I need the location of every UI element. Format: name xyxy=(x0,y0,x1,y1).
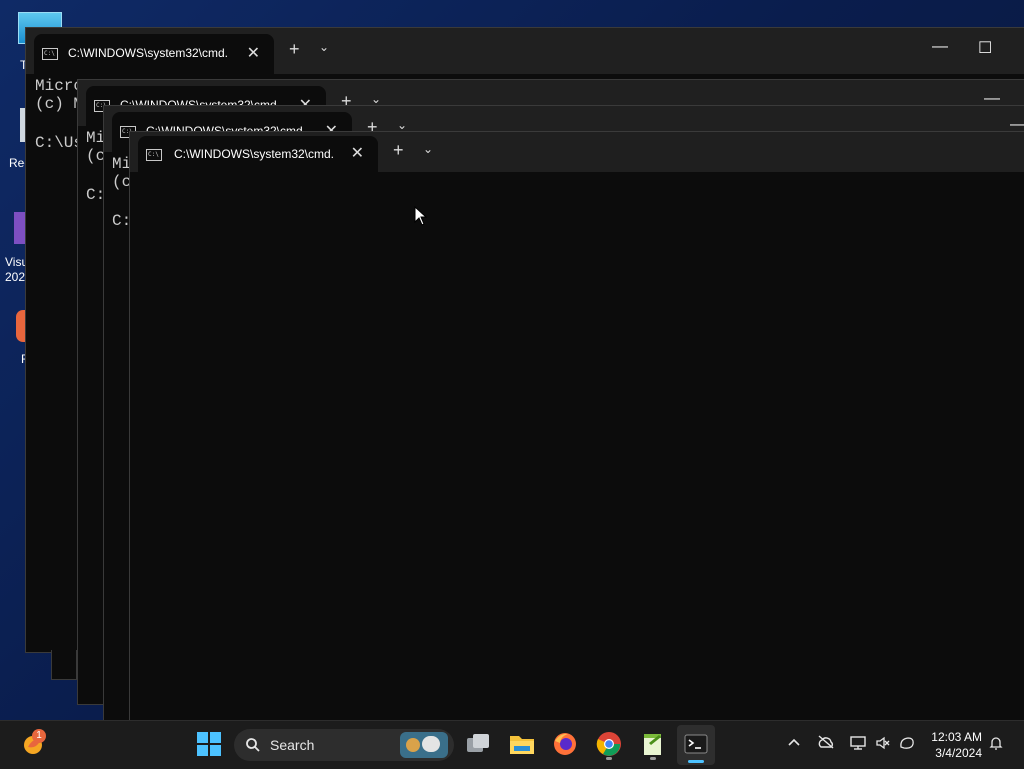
folder-icon xyxy=(510,736,534,754)
notification-bell-icon[interactable] xyxy=(988,735,1004,754)
new-tab-button[interactable]: + xyxy=(393,140,404,161)
tab-dropdown-button[interactable]: ⌄ xyxy=(371,92,381,106)
console-line: (c) M xyxy=(35,95,84,113)
clock-time: 12:03 AM xyxy=(931,730,982,744)
notepad-plus-plus-button[interactable] xyxy=(640,731,668,760)
battery-saver-icon[interactable] xyxy=(898,735,916,754)
chrome-icon xyxy=(596,732,621,756)
running-indicator xyxy=(606,757,612,760)
chevron-up-icon[interactable] xyxy=(787,735,801,752)
maximize-button[interactable]: ☐ xyxy=(978,38,992,58)
onedrive-offline-icon[interactable] xyxy=(817,735,835,752)
cmd-icon: C:\ xyxy=(42,48,58,60)
notification-badge: 1 xyxy=(32,729,46,743)
windows-logo-icon xyxy=(197,732,221,756)
tab-dropdown-button[interactable]: ⌄ xyxy=(397,118,407,132)
firefox-icon xyxy=(554,733,576,755)
tab-bar: C:\ C:\WINDOWS\system32\cmd. ✕ + ⌄ xyxy=(130,132,1024,172)
tab-title: C:\WINDOWS\system32\cmd. xyxy=(174,147,335,161)
tab-cmd-active[interactable]: C:\ C:\WINDOWS\system32\cmd. ✕ xyxy=(138,136,378,172)
network-icon[interactable] xyxy=(849,735,867,754)
tab-dropdown-button[interactable]: ⌄ xyxy=(319,40,329,54)
active-indicator xyxy=(688,760,704,763)
taskbar-search-box[interactable]: Search xyxy=(234,729,454,761)
search-icon xyxy=(246,738,260,752)
minimize-button[interactable]: — xyxy=(932,38,948,56)
console-area[interactable] xyxy=(130,172,1024,730)
close-tab-icon[interactable]: ✕ xyxy=(247,43,260,63)
mouse-cursor-icon xyxy=(414,206,428,226)
file-explorer-button[interactable] xyxy=(509,731,537,759)
clock[interactable]: 12:03 AM 3/4/2024 xyxy=(931,729,982,761)
search-label: Search xyxy=(270,737,315,753)
tab-cmd[interactable]: C:\ C:\WINDOWS\system32\cmd. ✕ xyxy=(34,34,274,74)
firefox-button[interactable] xyxy=(552,731,580,759)
close-tab-icon[interactable]: ✕ xyxy=(351,143,364,163)
volume-muted-icon[interactable] xyxy=(875,735,891,754)
start-button[interactable] xyxy=(196,731,224,759)
window-edge xyxy=(51,650,77,680)
terminal-icon xyxy=(684,734,708,754)
clock-date: 3/4/2024 xyxy=(935,746,982,760)
console-line: C:\Us xyxy=(35,134,84,152)
tab-bar: C:\ C:\WINDOWS\system32\cmd. ✕ + ⌄ — ☐ xyxy=(26,28,1024,74)
taskbar: 1 Search 12:03 AM 3/4/2024 xyxy=(0,720,1024,769)
task-view-icon xyxy=(467,734,489,752)
cmd-icon: C:\ xyxy=(146,149,162,161)
new-tab-button[interactable]: + xyxy=(289,39,300,60)
widgets-button[interactable]: 1 xyxy=(20,729,46,762)
tab-dropdown-button[interactable]: ⌄ xyxy=(423,142,433,156)
notepad-plus-plus-icon xyxy=(644,734,661,755)
console-line: Micro xyxy=(35,77,84,95)
task-view-button[interactable] xyxy=(465,731,493,759)
terminal-window-active[interactable]: C:\ C:\WINDOWS\system32\cmd. ✕ + ⌄ xyxy=(129,131,1024,731)
search-highlight-icon xyxy=(400,732,448,758)
chrome-button[interactable] xyxy=(596,731,624,760)
tab-title: C:\WINDOWS\system32\cmd. xyxy=(68,46,229,60)
running-indicator xyxy=(650,757,656,760)
terminal-button[interactable] xyxy=(677,725,715,765)
